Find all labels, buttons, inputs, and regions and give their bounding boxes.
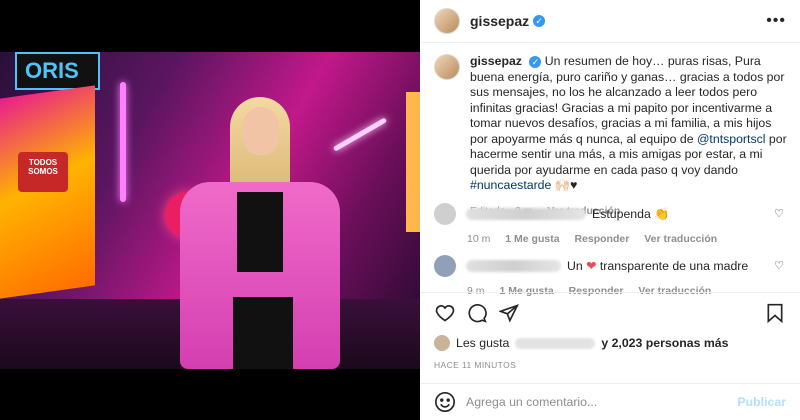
likes-prefix: Les gusta: [456, 336, 510, 350]
comment-time[interactable]: 10 m: [467, 233, 490, 245]
like-comment-heart-icon[interactable]: ♡: [774, 259, 784, 272]
likes-count[interactable]: y 2,023 personas más: [601, 336, 728, 350]
black-top: [237, 192, 283, 272]
comment-meta: 10 m 1 Me gusta Responder Ver traducción: [467, 233, 790, 245]
like-comment-heart-icon[interactable]: ♡: [774, 207, 784, 220]
comment-text: Un ❤ transparente de una madre: [567, 259, 748, 273]
avatar[interactable]: [434, 8, 460, 34]
liker-avatar[interactable]: [434, 335, 450, 351]
studio-screen: [406, 92, 420, 232]
mention-link[interactable]: @tntsportscl: [697, 132, 766, 146]
post-image[interactable]: ORIS TODOS SOMOS: [0, 52, 420, 369]
face: [243, 107, 279, 155]
likes-summary[interactable]: Les gusta y 2,023 personas más: [434, 335, 728, 351]
post-caption: gissepaz ✓ Un resumen de hoy… puras risa…: [434, 54, 790, 219]
caption-username[interactable]: gissepaz: [470, 54, 522, 68]
caption-avatar[interactable]: [434, 54, 460, 80]
post-actions: [420, 292, 800, 332]
verified-badge-icon: ✓: [533, 15, 546, 27]
share-icon[interactable]: [498, 302, 520, 324]
red-heart-icon: ❤: [586, 259, 597, 273]
comment-avatar[interactable]: [434, 203, 456, 225]
studio-panel: [0, 85, 95, 299]
verified-badge-icon: ✓: [529, 56, 542, 68]
comment-icon[interactable]: [466, 302, 488, 324]
like-heart-icon[interactable]: [434, 302, 456, 324]
comment-avatar[interactable]: [434, 255, 456, 277]
blurred-username[interactable]: [466, 208, 586, 220]
black-pants: [233, 297, 293, 369]
comment: Un ❤ transparente de una madre ♡ 9 m 1 M…: [434, 255, 790, 297]
comment-input[interactable]: Agrega un comentario...: [466, 395, 737, 409]
hashtag-link[interactable]: #nuncaestarde: [470, 178, 551, 192]
comment-row: Un ❤ transparente de una madre: [434, 255, 790, 277]
studio-badge: TODOS SOMOS: [18, 152, 68, 192]
blurred-liker[interactable]: [515, 337, 596, 349]
see-translation-link[interactable]: Ver traducción: [644, 233, 717, 245]
neon-light: [120, 82, 126, 202]
comment-row: Estupenda 👏: [434, 203, 790, 225]
post-username[interactable]: gissepaz: [470, 13, 529, 29]
more-options-icon[interactable]: •••: [766, 12, 786, 30]
reply-button[interactable]: Responder: [574, 233, 629, 245]
comment-text-before: Un: [567, 259, 587, 273]
comment-likes[interactable]: 1 Me gusta: [505, 233, 559, 245]
emoji-icon[interactable]: [434, 391, 456, 413]
post-timestamp[interactable]: HACE 11 MINUTOS: [434, 360, 516, 370]
comment-text-after: transparente de una madre: [596, 259, 749, 273]
studio-logo: ORIS: [15, 52, 100, 90]
caption-body: gissepaz ✓ Un resumen de hoy… puras risa…: [470, 54, 790, 219]
publish-button[interactable]: Publicar: [737, 395, 786, 409]
comment: Estupenda 👏 ♡ 10 m 1 Me gusta Responder …: [434, 203, 790, 245]
comment-text: Estupenda 👏: [592, 206, 670, 221]
neon-light: [332, 117, 388, 152]
add-comment-bar: Agrega un comentario... Publicar: [420, 383, 800, 420]
caption-emoji: 🙌🏻♥: [551, 178, 578, 192]
person: [175, 97, 340, 369]
post-header: gissepaz ✓ •••: [420, 0, 800, 43]
blurred-username[interactable]: [466, 260, 561, 272]
post-sidebar: gissepaz ✓ ••• gissepaz ✓ Un resumen de …: [420, 0, 800, 420]
post-photo[interactable]: ORIS TODOS SOMOS: [0, 0, 420, 420]
save-bookmark-icon[interactable]: [764, 302, 786, 324]
